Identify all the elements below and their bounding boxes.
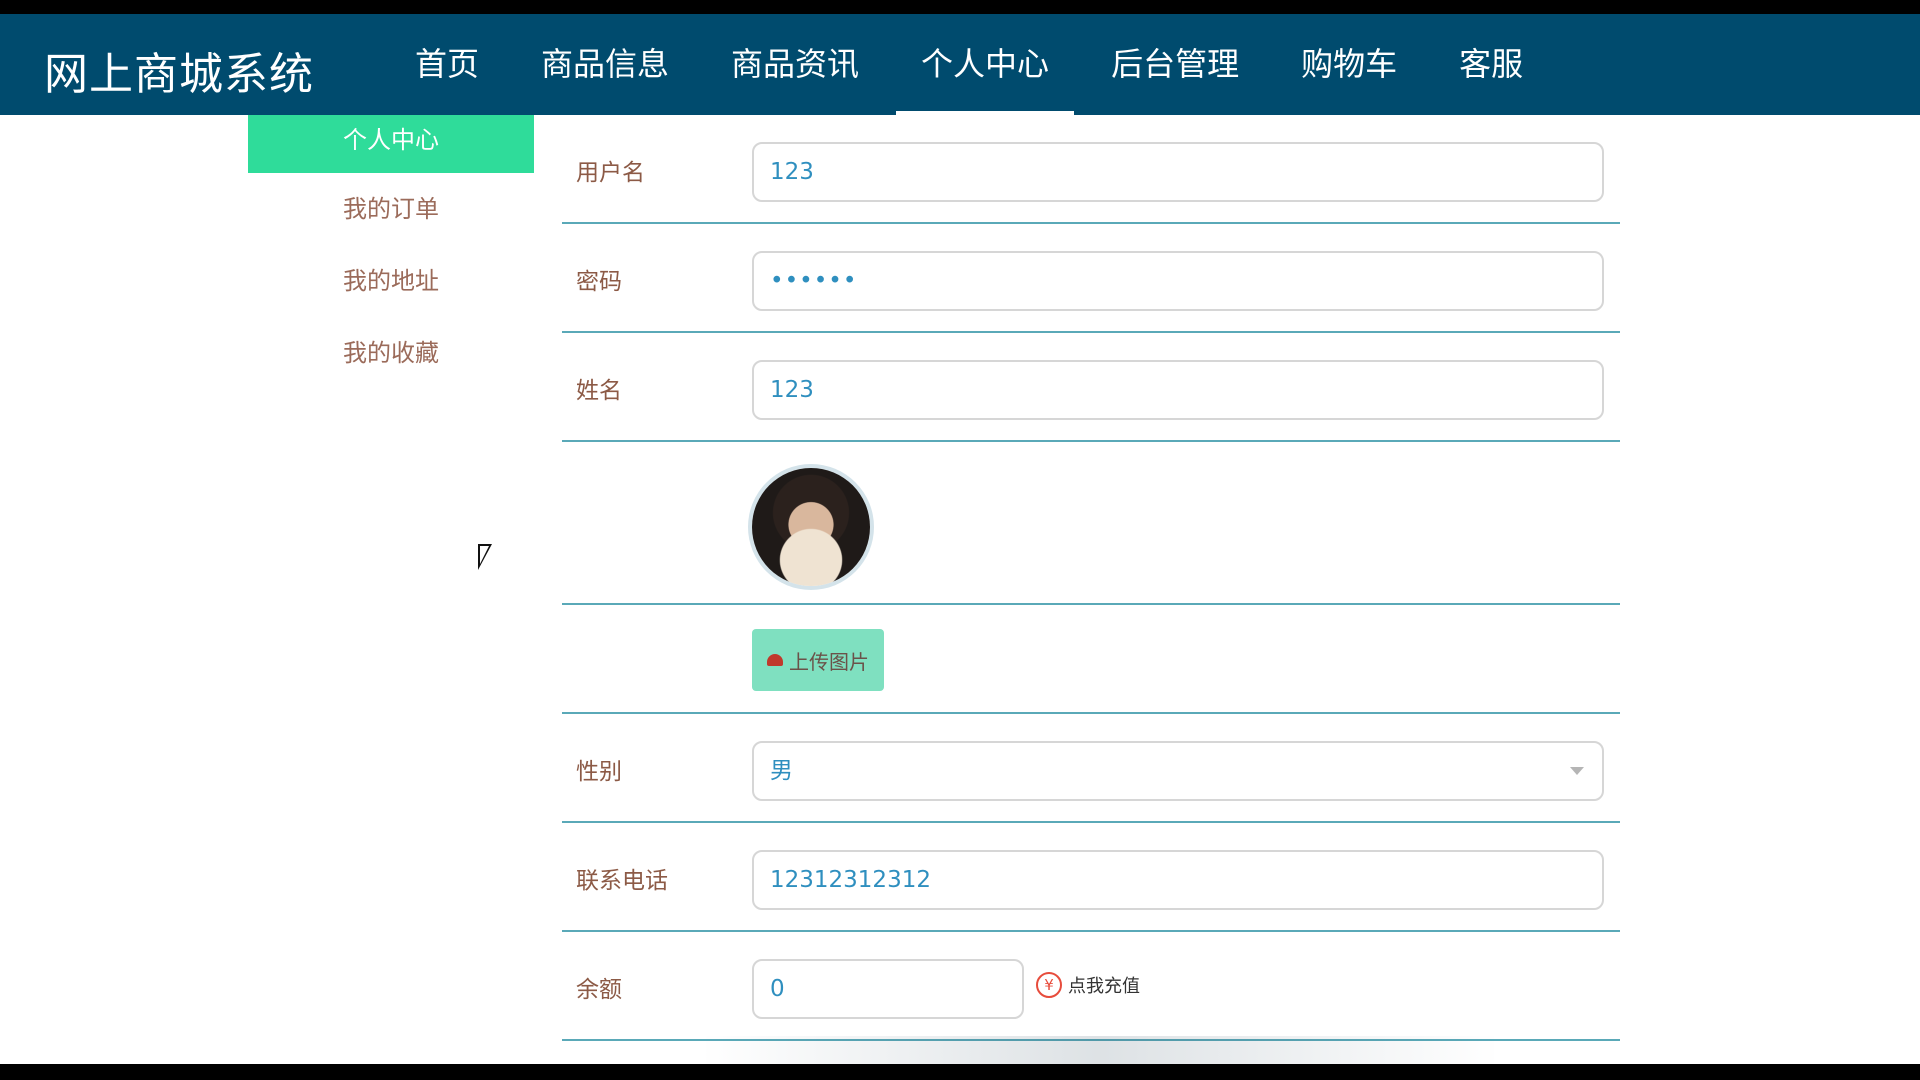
recharge-label: 点我充值 [1068, 976, 1140, 997]
sidebar-item-personal-center[interactable]: 个人中心 [248, 115, 534, 173]
balance-row: 余额 0 ¥ 点我充值 [562, 932, 1620, 1041]
profile-form: 用户名 123 密码 •••••• 姓名 123 上传图片 性别 男 联系电话 … [562, 115, 1620, 1041]
sidebar-item-orders[interactable]: 我的订单 [248, 173, 534, 245]
gender-select[interactable]: 男 [752, 741, 1604, 801]
username-input[interactable]: 123 [752, 142, 1604, 202]
balance-label: 余额 [576, 977, 622, 1003]
balance-input[interactable]: 0 [752, 959, 1024, 1019]
password-input[interactable]: •••••• [752, 251, 1604, 311]
bottom-overlay [700, 1036, 1500, 1064]
recharge-link[interactable]: ¥ 点我充值 [1036, 972, 1140, 998]
phone-row: 联系电话 12312312312 [562, 823, 1620, 932]
sidebar: 个人中心 我的订单 我的地址 我的收藏 [248, 115, 534, 389]
nav-news[interactable]: 商品资讯 [706, 14, 884, 115]
cloud-upload-icon [767, 654, 783, 666]
nav-home[interactable]: 首页 [390, 14, 504, 115]
gender-row: 性别 男 [562, 714, 1620, 823]
sidebar-item-address[interactable]: 我的地址 [248, 245, 534, 317]
chevron-down-icon [1570, 767, 1584, 775]
yen-icon: ¥ [1036, 972, 1062, 998]
top-navbar: 网上商城系统 首页 商品信息 商品资讯 个人中心 后台管理 购物车 客服 [0, 14, 1920, 115]
nav-service[interactable]: 客服 [1434, 14, 1548, 115]
mouse-cursor-icon [478, 544, 492, 570]
phone-input[interactable]: 12312312312 [752, 850, 1604, 910]
app-window: 网上商城系统 首页 商品信息 商品资讯 个人中心 后台管理 购物车 客服 个人中… [0, 14, 1920, 1064]
nav-personal-center[interactable]: 个人中心 [896, 14, 1075, 115]
upload-row: 上传图片 [562, 605, 1620, 714]
avatar [752, 468, 870, 586]
username-row: 用户名 123 [562, 115, 1620, 224]
upload-image-button[interactable]: 上传图片 [752, 629, 884, 691]
avatar-row [562, 442, 1620, 605]
upload-image-label: 上传图片 [789, 649, 869, 674]
name-label: 姓名 [576, 378, 622, 404]
sidebar-item-favorites[interactable]: 我的收藏 [248, 317, 534, 389]
gender-label: 性别 [576, 759, 622, 785]
nav-cart[interactable]: 购物车 [1276, 14, 1422, 115]
password-row: 密码 •••••• [562, 224, 1620, 333]
password-label: 密码 [576, 269, 622, 295]
name-input[interactable]: 123 [752, 360, 1604, 420]
nav-admin[interactable]: 后台管理 [1086, 14, 1264, 115]
main-nav: 首页 商品信息 商品资讯 个人中心 后台管理 购物车 客服 [390, 14, 1560, 115]
site-brand[interactable]: 网上商城系统 [44, 38, 314, 102]
nav-products[interactable]: 商品信息 [516, 14, 694, 115]
gender-select-value: 男 [770, 758, 793, 784]
name-row: 姓名 123 [562, 333, 1620, 442]
username-label: 用户名 [576, 160, 645, 186]
phone-label: 联系电话 [576, 868, 668, 894]
